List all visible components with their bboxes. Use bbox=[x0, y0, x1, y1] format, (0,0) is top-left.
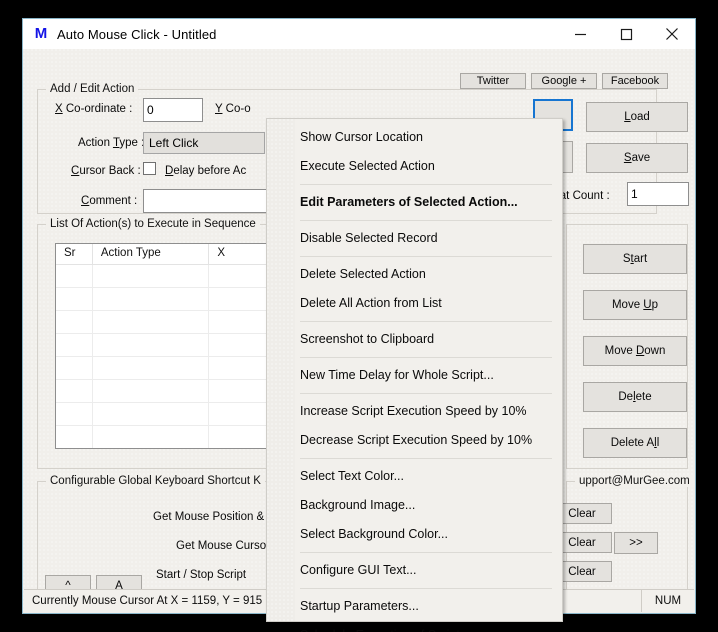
menu-separator bbox=[300, 458, 552, 459]
menu-separator bbox=[300, 220, 552, 221]
menu-new-time-delay[interactable]: New Time Delay for Whole Script... bbox=[267, 361, 562, 390]
menu-background-image[interactable]: Background Image... bbox=[267, 491, 562, 520]
maximize-icon[interactable] bbox=[603, 19, 649, 49]
menu-separator bbox=[300, 321, 552, 322]
title-bar: M Auto Mouse Click - Untitled bbox=[23, 19, 695, 49]
repeat-count-input[interactable] bbox=[627, 182, 689, 206]
move-down-button[interactable]: Move Down bbox=[583, 336, 687, 366]
shortcut-row2-label: Get Mouse Curso bbox=[176, 540, 267, 552]
x-coordinate-label: X Co-ordinate : bbox=[55, 103, 133, 115]
move-up-button[interactable]: Move Up bbox=[583, 290, 687, 320]
y-coordinate-label: Y Co-o bbox=[215, 103, 251, 115]
menu-separator bbox=[300, 588, 552, 589]
support-legend: upport@MurGee.com bbox=[575, 475, 694, 487]
menu-separator bbox=[300, 357, 552, 358]
delete-all-button[interactable]: Delete All bbox=[583, 428, 687, 458]
action-type-select[interactable]: Left Click bbox=[143, 132, 265, 154]
shortcut-row3-label: Start / Stop Script bbox=[156, 569, 247, 581]
menu-separator bbox=[300, 393, 552, 394]
menu-execute-selected-action[interactable]: Execute Selected Action bbox=[267, 152, 562, 181]
menu-show-cursor-location[interactable]: Show Cursor Location bbox=[267, 123, 562, 152]
delay-before-action-label: Delay before Ac bbox=[165, 165, 247, 177]
menu-select-background-color[interactable]: Select Background Color... bbox=[267, 520, 562, 549]
menu-increase-speed[interactable]: Increase Script Execution Speed by 10% bbox=[267, 397, 562, 426]
cursor-back-label: Cursor Back : bbox=[71, 165, 141, 177]
google-plus-button[interactable]: Google + bbox=[531, 73, 597, 89]
column-header-sr: Sr bbox=[56, 244, 93, 264]
menu-screenshot-to-clipboard[interactable]: Screenshot to Clipboard bbox=[267, 325, 562, 354]
facebook-button[interactable]: Facebook bbox=[602, 73, 668, 89]
menu-separator bbox=[300, 184, 552, 185]
screen: M Auto Mouse Click - Untitled Twitter Go… bbox=[0, 0, 718, 632]
context-menu[interactable]: Show Cursor Location Execute Selected Act… bbox=[266, 118, 563, 632]
close-icon[interactable] bbox=[649, 19, 695, 49]
app-window: M Auto Mouse Click - Untitled Twitter Go… bbox=[22, 18, 696, 632]
menu-startup-parameters[interactable]: Startup Parameters... bbox=[267, 592, 562, 621]
delete-button[interactable]: Delete bbox=[583, 382, 687, 412]
menu-select-text-color[interactable]: Select Text Color... bbox=[267, 462, 562, 491]
add-edit-action-legend: Add / Edit Action bbox=[46, 83, 139, 95]
action-list-legend: List Of Action(s) to Execute in Sequence bbox=[46, 218, 260, 230]
menu-edit-parameters[interactable]: Edit Parameters of Selected Action... bbox=[267, 188, 562, 217]
status-num-indicator: NUM bbox=[641, 590, 694, 612]
comment-label: Comment : bbox=[81, 195, 138, 207]
menu-decrease-speed[interactable]: Decrease Script Execution Speed by 10% bbox=[267, 426, 562, 455]
cursor-back-checkbox[interactable] bbox=[143, 162, 156, 175]
start-button[interactable]: Start bbox=[583, 244, 687, 274]
twitter-button[interactable]: Twitter bbox=[460, 73, 526, 89]
window-title: Auto Mouse Click - Untitled bbox=[57, 26, 217, 42]
minimize-icon[interactable] bbox=[557, 19, 603, 49]
context-menu-items: Show Cursor Location Execute Selected Act… bbox=[267, 119, 562, 632]
x-coordinate-input[interactable] bbox=[143, 98, 203, 122]
menu-separator bbox=[300, 256, 552, 257]
keyboard-shortcuts-legend: Configurable Global Keyboard Shortcut K bbox=[46, 475, 265, 487]
shortcut-row1-label: Get Mouse Position & A bbox=[153, 511, 275, 523]
menu-separator bbox=[300, 552, 552, 553]
next-button[interactable]: >> bbox=[614, 532, 658, 554]
action-type-label: Action Type : bbox=[78, 137, 145, 149]
menu-delete-all-actions[interactable]: Delete All Action from List bbox=[267, 289, 562, 318]
client-area: Twitter Google + Facebook Add / Edit Act… bbox=[23, 49, 695, 632]
app-logo-icon: M bbox=[34, 25, 48, 42]
menu-configure-gui-text[interactable]: Configure GUI Text... bbox=[267, 556, 562, 585]
column-header-action-type: Action Type bbox=[93, 244, 210, 264]
menu-disable-selected-record[interactable]: Disable Selected Record bbox=[267, 224, 562, 253]
window-controls bbox=[557, 19, 695, 49]
load-button[interactable]: Load bbox=[586, 102, 688, 132]
menu-delete-selected-action[interactable]: Delete Selected Action bbox=[267, 260, 562, 289]
menu-schedule-execution[interactable]: Schedule Execution of Script... bbox=[267, 621, 562, 632]
save-button[interactable]: Save bbox=[586, 143, 688, 173]
